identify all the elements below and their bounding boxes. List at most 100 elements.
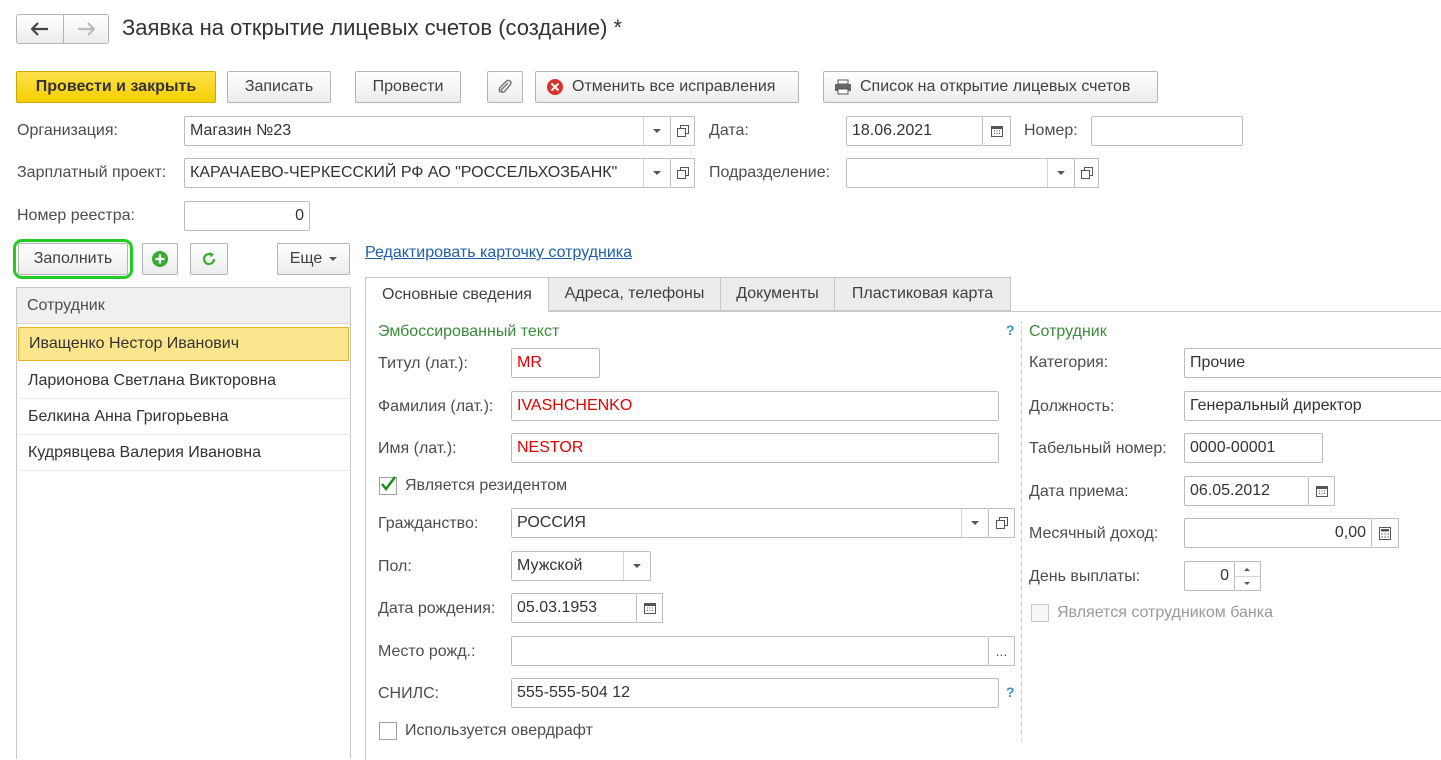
table-row[interactable]: Кудрявцева Валерия Ивановна — [18, 435, 351, 471]
position-field[interactable]: Генеральный директор — [1184, 391, 1441, 421]
employee-name: Кудрявцева Валерия Ивановна — [28, 443, 261, 461]
refresh-button[interactable] — [190, 243, 228, 275]
salary-project-dropdown[interactable] — [643, 159, 670, 187]
tab-number-field[interactable]: 0000-00001 — [1184, 433, 1323, 463]
attach-button[interactable] — [487, 71, 523, 103]
birth-place-select-button[interactable]: ... — [989, 636, 1015, 666]
citizenship-label: Гражданство: — [378, 515, 479, 532]
number-field[interactable] — [1091, 116, 1243, 146]
citizenship-field[interactable]: РОССИЯ — [511, 508, 989, 538]
employee-name: Белкина Анна Григорьевна — [28, 407, 229, 425]
resident-checkbox[interactable] — [379, 476, 397, 495]
chevron-down-icon — [653, 129, 661, 133]
surname-lat-field[interactable]: IVASHCHENKO — [511, 391, 999, 421]
birth-date-value: 05.03.1953 — [517, 599, 598, 616]
resident-label: Является резидентом — [405, 477, 568, 494]
snils-field[interactable]: 555-555-504 12 — [511, 678, 999, 708]
citizenship-value: РОССИЯ — [517, 514, 586, 531]
name-lat-value: NESTOR — [517, 439, 584, 456]
employees-table-header[interactable]: Сотрудник — [17, 288, 350, 324]
birth-date-label: Дата рождения: — [378, 600, 496, 617]
bank-employee-checkbox[interactable] — [1031, 604, 1049, 622]
registry-number-value: 0 — [295, 207, 304, 224]
edit-employee-card-link[interactable]: Редактировать карточку сотрудника — [365, 244, 632, 262]
plus-circle-icon — [152, 251, 168, 267]
organization-field[interactable]: Магазин №23 — [184, 116, 671, 146]
birth-date-calendar-button[interactable] — [637, 593, 663, 623]
registry-number-label: Номер реестра: — [17, 207, 135, 224]
cancel-all-changes-button[interactable]: Отменить все исправления — [535, 71, 799, 103]
citizenship-open-button[interactable] — [989, 508, 1015, 538]
chevron-down-icon — [1057, 171, 1065, 175]
hire-date-label: Дата приема: — [1029, 483, 1129, 500]
hire-date-field[interactable]: 06.05.2012 — [1184, 476, 1309, 506]
chevron-down-icon[interactable] — [1244, 582, 1250, 585]
overdraft-label: Используется овердрафт — [405, 722, 593, 739]
registry-number-field[interactable]: 0 — [184, 201, 310, 231]
citizenship-dropdown[interactable] — [961, 509, 988, 537]
tab-documents[interactable]: Документы — [720, 277, 835, 311]
employee-section-title: Сотрудник — [1029, 323, 1107, 340]
forward-button[interactable] — [63, 14, 109, 44]
gender-field[interactable]: Мужской — [511, 551, 651, 581]
embossed-help-icon[interactable]: ? — [1006, 322, 1015, 338]
chevron-down-icon — [653, 171, 661, 175]
chevron-down-icon — [329, 257, 338, 261]
tab-addresses-phones[interactable]: Адреса, телефоны — [548, 277, 721, 311]
payday-stepper[interactable] — [1235, 561, 1261, 591]
calendar-icon — [1315, 486, 1328, 497]
save-button[interactable]: Записать — [227, 71, 331, 103]
birth-place-field[interactable] — [511, 636, 989, 666]
organization-open-button[interactable] — [671, 116, 695, 146]
overdraft-checkbox[interactable] — [379, 722, 397, 740]
name-lat-field[interactable]: NESTOR — [511, 433, 999, 463]
salary-project-open-button[interactable] — [671, 158, 695, 188]
tab-plastic-card[interactable]: Пластиковая карта — [834, 277, 1011, 311]
department-dropdown[interactable] — [1047, 159, 1074, 187]
print-list-button[interactable]: Список на открытие лицевых счетов — [823, 71, 1158, 103]
department-open-button[interactable] — [1075, 158, 1099, 188]
gender-value: Мужской — [517, 557, 583, 574]
print-list-label: Список на открытие лицевых счетов — [860, 78, 1131, 95]
monthly-income-field[interactable]: 0,00 — [1184, 518, 1372, 548]
date-calendar-button[interactable] — [983, 116, 1011, 146]
calculator-button[interactable] — [1372, 518, 1399, 548]
tab-number-value: 0000-00001 — [1190, 439, 1276, 456]
salary-project-field[interactable]: КАРАЧАЕВО-ЧЕРКЕССКИЙ РФ АО "РОССЕЛЬХОЗБА… — [184, 158, 671, 188]
position-value: Генеральный директор — [1190, 397, 1362, 414]
payday-field[interactable]: 0 — [1184, 561, 1235, 591]
title-lat-field[interactable]: MR — [511, 348, 600, 378]
column-divider — [1021, 322, 1022, 742]
embossed-section-title: Эмбоссированный текст — [378, 323, 560, 340]
back-button[interactable] — [16, 14, 64, 44]
post-and-close-button[interactable]: Провести и закрыть — [16, 71, 216, 103]
chevron-up-icon[interactable] — [1244, 568, 1250, 571]
table-row[interactable]: Белкина Анна Григорьевна — [18, 399, 351, 435]
calendar-icon — [990, 126, 1003, 137]
birth-date-field[interactable]: 05.03.1953 — [511, 593, 637, 623]
date-label: Дата: — [709, 122, 749, 139]
organization-dropdown[interactable] — [643, 117, 670, 145]
hire-date-calendar-button[interactable] — [1309, 476, 1335, 506]
window-title: Заявка на открытие лицевых счетов (созда… — [122, 15, 623, 40]
category-field[interactable]: Прочие — [1184, 348, 1441, 378]
more-button[interactable]: Еще — [277, 243, 350, 275]
fill-button[interactable]: Заполнить — [18, 243, 128, 275]
position-label: Должность: — [1029, 398, 1115, 415]
snils-help-icon[interactable]: ? — [1006, 684, 1015, 700]
employee-name: Иващенко Нестор Иванович — [29, 335, 240, 352]
table-row[interactable]: Иващенко Нестор Иванович — [18, 327, 349, 361]
post-button[interactable]: Провести — [355, 71, 461, 103]
add-row-button[interactable] — [142, 243, 178, 275]
chevron-down-icon — [971, 521, 979, 525]
organization-value: Магазин №23 — [190, 122, 292, 139]
date-field[interactable]: 18.06.2021 — [846, 116, 983, 146]
table-row[interactable]: Ларионова Светлана Викторовна — [18, 363, 351, 399]
chevron-down-icon — [633, 564, 641, 568]
paperclip-icon — [498, 79, 512, 94]
tab-main-info[interactable]: Основные сведения — [365, 277, 549, 312]
gender-dropdown[interactable] — [623, 552, 650, 580]
department-field[interactable] — [846, 158, 1075, 188]
cancel-circle-icon — [547, 79, 563, 95]
open-window-icon — [995, 517, 1008, 529]
